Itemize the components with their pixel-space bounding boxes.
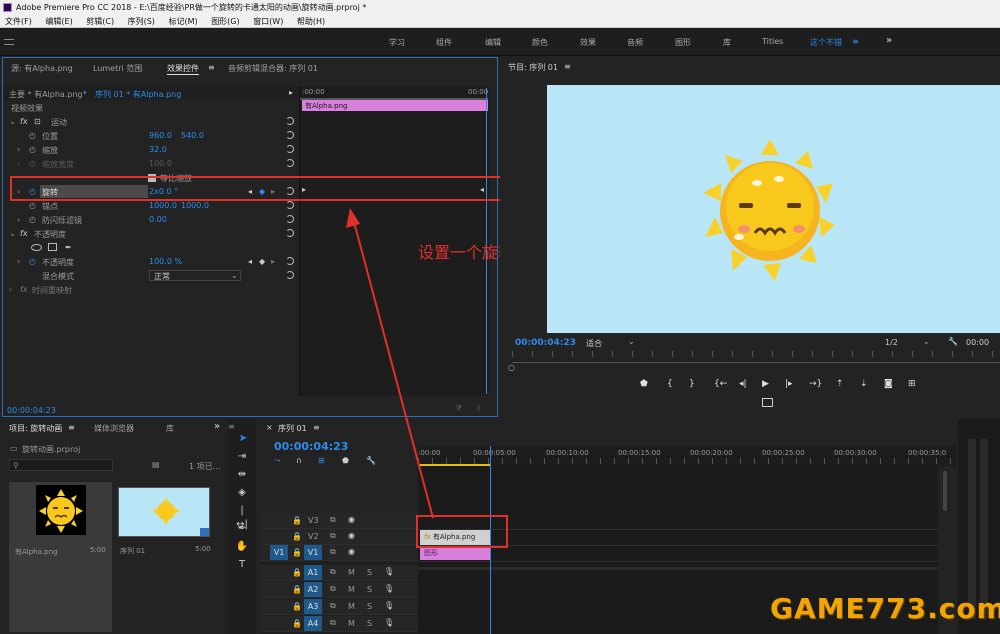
- watermark-logo: GAME773.com: [770, 592, 1000, 625]
- arrow-line: [352, 217, 434, 519]
- arrow-head: [346, 208, 360, 228]
- annotation-arrow: [346, 208, 434, 519]
